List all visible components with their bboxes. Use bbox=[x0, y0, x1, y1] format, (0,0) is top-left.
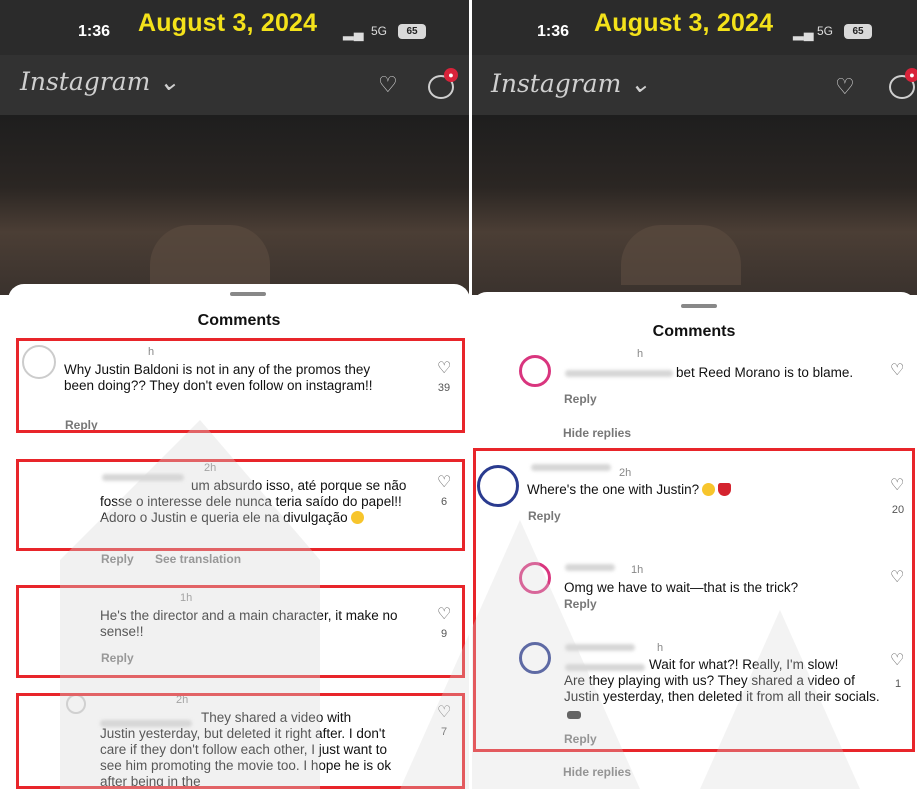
status-time: 1:36 bbox=[78, 23, 111, 40]
notifications-heart-icon[interactable]: ♡ bbox=[378, 72, 398, 98]
hide-replies-button[interactable]: Hide replies bbox=[563, 426, 631, 440]
network-label: 5G bbox=[817, 24, 834, 38]
instagram-header: Instagram ⌄ ♡ ● bbox=[471, 55, 917, 115]
screenshot-right: 1:36 August 3, 2024 ▂▄ 5G 65 Instagram ⌄… bbox=[471, 0, 917, 789]
messages-badge: ● bbox=[444, 68, 458, 82]
comment-age: h bbox=[637, 348, 644, 360]
signal-icon: ▂▄ bbox=[793, 24, 814, 40]
instagram-header: Instagram ⌄ ♡ ● bbox=[0, 55, 470, 115]
status-bar: 1:36 August 3, 2024 ▂▄ 5G 65 bbox=[471, 0, 917, 55]
hide-replies-button[interactable]: Hide replies bbox=[563, 765, 631, 779]
redacted-username bbox=[565, 370, 673, 377]
see-translation-button[interactable]: See translation bbox=[155, 552, 241, 566]
post-image bbox=[0, 115, 470, 295]
reply-button[interactable]: Reply bbox=[101, 552, 134, 566]
drag-handle[interactable] bbox=[230, 292, 266, 296]
status-bar: 1:36 August 3, 2024 ▂▄ 5G 65 bbox=[0, 0, 470, 55]
date-overlay: August 3, 2024 bbox=[594, 9, 774, 37]
status-time: 1:36 bbox=[537, 23, 570, 40]
battery-icon: 65 bbox=[398, 24, 426, 39]
battery-icon: 65 bbox=[844, 24, 872, 39]
like-heart-icon[interactable]: ♡ bbox=[890, 360, 904, 380]
drag-handle[interactable] bbox=[681, 304, 717, 308]
instagram-logo[interactable]: Instagram ⌄ bbox=[20, 67, 179, 96]
highlight-box bbox=[16, 693, 465, 789]
network-label: 5G bbox=[371, 24, 388, 38]
panel-divider bbox=[469, 0, 472, 789]
date-overlay: August 3, 2024 bbox=[138, 9, 318, 37]
highlight-box bbox=[16, 459, 465, 551]
screenshot-left: 1:36 August 3, 2024 ▂▄ 5G 65 Instagram ⌄… bbox=[0, 0, 470, 789]
comments-title: Comments bbox=[652, 323, 736, 340]
signal-icon: ▂▄ bbox=[343, 24, 364, 40]
notifications-heart-icon[interactable]: ♡ bbox=[835, 74, 855, 100]
post-image bbox=[471, 115, 917, 295]
comments-title: Comments bbox=[197, 312, 281, 329]
instagram-logo[interactable]: Instagram ⌄ bbox=[491, 69, 650, 98]
comment-text: bet Reed Morano is to blame. bbox=[676, 365, 854, 380]
highlight-box bbox=[473, 448, 915, 752]
reply-button[interactable]: Reply bbox=[564, 392, 597, 406]
avatar[interactable] bbox=[519, 355, 551, 387]
highlight-box bbox=[16, 338, 465, 433]
highlight-box bbox=[16, 585, 465, 678]
messages-badge: ● bbox=[905, 68, 917, 82]
